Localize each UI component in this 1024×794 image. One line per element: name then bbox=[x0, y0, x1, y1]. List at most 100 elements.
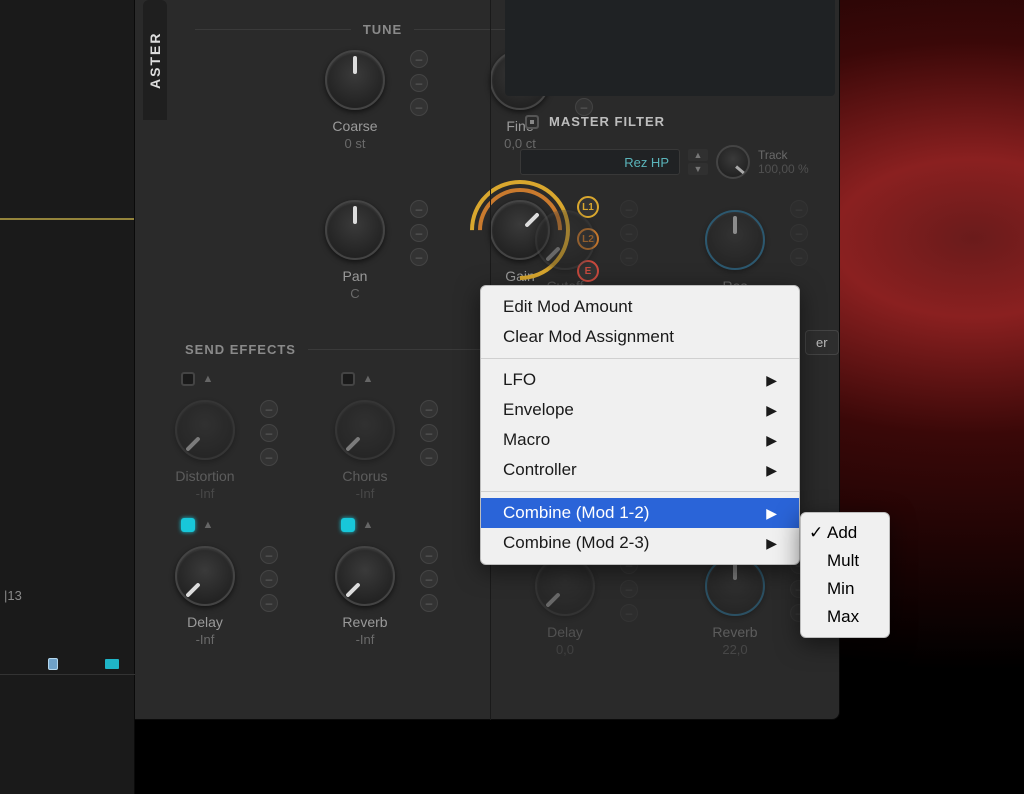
coarse-mod-slots bbox=[410, 50, 428, 116]
mod-slot[interactable] bbox=[410, 98, 428, 116]
combine-submenu: Add Mult Min Max bbox=[800, 512, 890, 638]
mod-slot[interactable] bbox=[420, 594, 438, 612]
mod-slot[interactable] bbox=[790, 224, 808, 242]
menu-combine-1-2[interactable]: Combine (Mod 1-2) ▶ bbox=[481, 498, 799, 528]
menu-envelope[interactable]: Envelope ▶ bbox=[481, 395, 799, 425]
mod-slot[interactable] bbox=[260, 424, 278, 442]
menu-lfo[interactable]: LFO ▶ bbox=[481, 365, 799, 395]
pan-knob[interactable] bbox=[325, 200, 385, 260]
submenu-item-label: Add bbox=[827, 523, 857, 542]
menu-item-label: Edit Mod Amount bbox=[503, 297, 632, 317]
res-mod-slots bbox=[790, 200, 808, 266]
menu-item-label: LFO bbox=[503, 370, 536, 390]
pan-value: C bbox=[350, 286, 359, 301]
master-delay-label: Delay bbox=[547, 624, 583, 640]
res-knob[interactable] bbox=[705, 210, 765, 270]
mod-slot[interactable] bbox=[420, 570, 438, 588]
master-reverb-knob[interactable] bbox=[705, 556, 765, 616]
menu-macro[interactable]: Macro ▶ bbox=[481, 425, 799, 455]
delay-expand-icon[interactable]: ▲ bbox=[201, 518, 215, 532]
menu-clear-mod-assignment[interactable]: Clear Mod Assignment bbox=[481, 322, 799, 352]
submenu-arrow-icon: ▶ bbox=[766, 372, 777, 389]
delay-power-led[interactable] bbox=[181, 518, 195, 532]
filter-type-select[interactable]: Rez HP bbox=[520, 149, 680, 175]
res-knob-group: Res bbox=[705, 210, 765, 294]
menu-edit-mod-amount[interactable]: Edit Mod Amount bbox=[481, 292, 799, 322]
mod-slot[interactable] bbox=[620, 200, 638, 218]
pan-mod-slots bbox=[410, 200, 428, 266]
submenu-add[interactable]: Add bbox=[801, 519, 889, 547]
menu-item-label: Envelope bbox=[503, 400, 574, 420]
distortion-expand-icon[interactable]: ▲ bbox=[201, 372, 215, 386]
submenu-arrow-icon: ▶ bbox=[766, 535, 777, 552]
mod-slot[interactable] bbox=[620, 224, 638, 242]
track-label: Track bbox=[758, 148, 809, 162]
cutoff-knob[interactable] bbox=[535, 210, 595, 270]
chorus-power-led[interactable] bbox=[341, 372, 355, 386]
delay-mod-slots bbox=[260, 546, 278, 612]
reverb-expand-icon[interactable]: ▲ bbox=[361, 518, 375, 532]
chorus-knob[interactable] bbox=[335, 400, 395, 460]
mod-slot[interactable] bbox=[410, 224, 428, 242]
reverb-enable: ▲ bbox=[341, 518, 375, 532]
chorus-knob-group: Chorus -Inf bbox=[335, 400, 395, 501]
track-knob[interactable] bbox=[716, 145, 750, 179]
tune-label: TUNE bbox=[363, 22, 402, 37]
filter-type-up[interactable]: ▲ bbox=[688, 149, 708, 161]
mod-slot[interactable] bbox=[410, 74, 428, 92]
submenu-max[interactable]: Max bbox=[801, 603, 889, 631]
mod-slot[interactable] bbox=[260, 546, 278, 564]
submenu-min[interactable]: Min bbox=[801, 575, 889, 603]
coarse-knob[interactable] bbox=[325, 50, 385, 110]
filter-type-down[interactable]: ▼ bbox=[688, 163, 708, 175]
mod-slot[interactable] bbox=[260, 570, 278, 588]
coarse-knob-group: Coarse 0 st bbox=[325, 50, 385, 151]
zoom-bar[interactable] bbox=[0, 662, 134, 666]
mod-slot[interactable] bbox=[620, 248, 638, 266]
distortion-value: -Inf bbox=[196, 486, 215, 501]
delay-knob[interactable] bbox=[175, 546, 235, 606]
chorus-expand-icon[interactable]: ▲ bbox=[361, 372, 375, 386]
mod-slot[interactable] bbox=[410, 50, 428, 68]
reverb-power-led[interactable] bbox=[341, 518, 355, 532]
filter-type-stepper: ▲ ▼ bbox=[688, 149, 708, 175]
mod-slot[interactable] bbox=[790, 200, 808, 218]
distortion-power-led[interactable] bbox=[181, 372, 195, 386]
mod-slot[interactable] bbox=[420, 448, 438, 466]
mod-slot[interactable] bbox=[420, 546, 438, 564]
chorus-value: -Inf bbox=[356, 486, 375, 501]
mod-context-menu: Edit Mod Amount Clear Mod Assignment LFO… bbox=[480, 285, 800, 565]
track-info: Track 100,00 % bbox=[758, 148, 809, 176]
master-tab[interactable]: ASTER bbox=[143, 0, 167, 120]
mod-slot[interactable] bbox=[420, 400, 438, 418]
reverb-mod-slots bbox=[420, 546, 438, 612]
mod-slot[interactable] bbox=[410, 200, 428, 218]
mod-slot[interactable] bbox=[620, 580, 638, 598]
master-delay-knob[interactable] bbox=[535, 556, 595, 616]
pan-knob-group: Pan C bbox=[325, 200, 385, 301]
distortion-knob[interactable] bbox=[175, 400, 235, 460]
mod-slot[interactable] bbox=[410, 248, 428, 266]
submenu-mult[interactable]: Mult bbox=[801, 547, 889, 575]
mod-slot[interactable] bbox=[790, 248, 808, 266]
mod-slot[interactable] bbox=[620, 604, 638, 622]
mod-slot[interactable] bbox=[260, 400, 278, 418]
view-toggle[interactable] bbox=[105, 659, 119, 669]
submenu-arrow-icon: ▶ bbox=[766, 462, 777, 479]
send-effects-label: SEND EFFECTS bbox=[185, 342, 296, 357]
menu-item-label: Controller bbox=[503, 460, 577, 480]
master-reverb-value: 22,0 bbox=[722, 642, 747, 657]
reverb-value: -Inf bbox=[356, 632, 375, 647]
master-filter-label: MASTER FILTER bbox=[549, 114, 665, 129]
submenu-item-label: Min bbox=[827, 579, 854, 598]
mod-slot[interactable] bbox=[260, 594, 278, 612]
menu-combine-2-3[interactable]: Combine (Mod 2-3) ▶ bbox=[481, 528, 799, 558]
master-filter-power-led[interactable] bbox=[525, 115, 539, 129]
reverb-knob[interactable] bbox=[335, 546, 395, 606]
mod-slot[interactable] bbox=[420, 424, 438, 442]
zoom-thumb[interactable] bbox=[48, 658, 58, 670]
mod-slot[interactable] bbox=[260, 448, 278, 466]
menu-controller[interactable]: Controller ▶ bbox=[481, 455, 799, 485]
browser-button[interactable]: er bbox=[805, 330, 839, 355]
playhead-line bbox=[0, 218, 134, 220]
